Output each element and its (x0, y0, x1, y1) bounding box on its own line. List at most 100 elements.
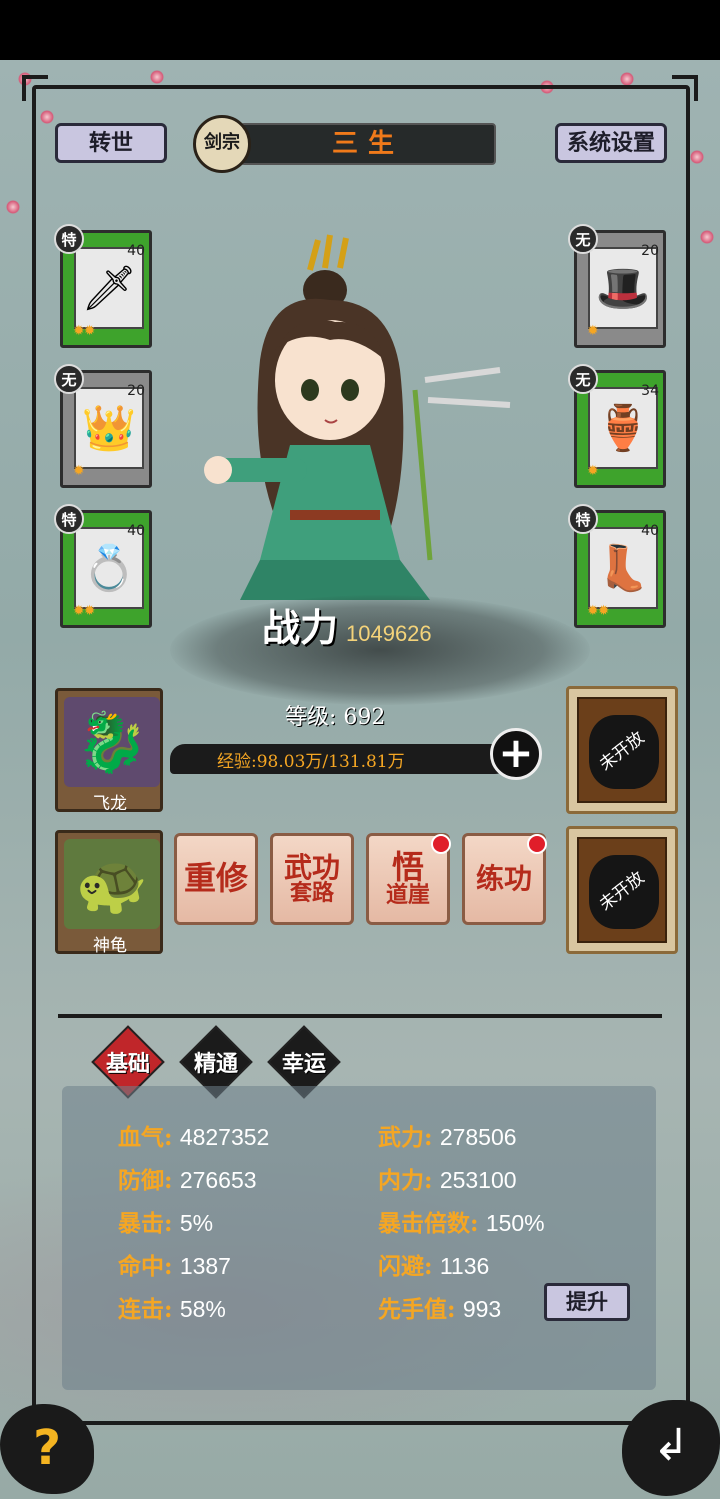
grade-badge: 无 (568, 224, 598, 254)
stat-value: 253100 (439, 1167, 517, 1193)
stat-value: 993 (462, 1296, 502, 1322)
helmet-icon: 👑 (74, 387, 144, 469)
equip-level: 34 (641, 383, 659, 399)
pet-slot-turtle[interactable]: 🐢 神龟 (55, 830, 165, 960)
action-label: 武功 (283, 850, 340, 884)
rebirth-button[interactable]: 转世 (55, 123, 167, 163)
action-label: 悟 (391, 847, 424, 886)
status-bar (0, 0, 720, 60)
locked-slot-inner: 未开放 (577, 697, 667, 803)
tab-label: 幸运 (281, 1051, 326, 1077)
star-icon: ✹✹ (73, 323, 95, 339)
stat-value: 1387 (179, 1253, 231, 1279)
frame-corner (22, 75, 48, 101)
sect-badge: 剑宗 (193, 115, 251, 173)
grade-badge: 特 (54, 504, 84, 534)
pet-name: 神龟 (93, 936, 127, 956)
hero-character[interactable] (200, 230, 520, 630)
power-ink-splash (170, 595, 590, 705)
frame-corner (672, 75, 698, 101)
stat-value: 150% (485, 1210, 545, 1236)
stat-hp: 血气: 4827352 (118, 1118, 269, 1152)
stat-key: 暴击: (118, 1210, 173, 1237)
stat-value: 276653 (179, 1167, 257, 1193)
action-label: 重修 (183, 859, 248, 898)
stat-crit-multiplier: 暴击倍数: 150% (378, 1204, 545, 1238)
stat-key: 暴击倍数: (378, 1210, 479, 1237)
star-icon: ✹✹ (73, 603, 95, 619)
stat-key: 防御: (118, 1167, 173, 1194)
blossom-decoration (620, 72, 634, 86)
star-icon: ✹ (73, 463, 85, 479)
blossom-decoration (700, 230, 714, 244)
equip-level: 20 (641, 243, 659, 259)
hero-illustration (204, 234, 511, 600)
blossom-decoration (150, 70, 164, 84)
ring-icon: 💍 (74, 527, 144, 609)
equip-slot-helmet[interactable]: 👑 20 ✹ 无 (54, 364, 152, 490)
grade-badge: 特 (54, 224, 84, 254)
system-settings-button[interactable]: 系统设置 (555, 123, 667, 163)
equip-slot-ring[interactable]: 💍 40 ✹✹ 特 (54, 504, 152, 630)
boots-icon: 👢 (588, 527, 658, 609)
section-divider (58, 1014, 662, 1018)
equip-level: 20 (127, 383, 145, 399)
stat-key: 闪避: (378, 1253, 433, 1280)
locked-slot-inner: 未开放 (577, 837, 667, 943)
stat-key: 血气: (118, 1124, 173, 1151)
stat-initiative: 先手值: 993 (378, 1290, 501, 1324)
action-label: 套路 (289, 880, 334, 907)
equip-slot-boots[interactable]: 👢 40 ✹✹ 特 (568, 504, 666, 630)
turtle-icon: 🐢 (64, 839, 160, 929)
stat-combo: 连击: 58% (118, 1290, 226, 1324)
star-icon: ✹✹ (587, 603, 609, 619)
locked-slot[interactable]: 未开放 (566, 826, 678, 954)
stat-value: 278506 (439, 1124, 517, 1150)
stat-key: 武力: (378, 1124, 433, 1151)
stat-crit: 暴击: 5% (118, 1204, 213, 1238)
dragon-icon: 🐉 (64, 697, 160, 787)
stat-inner-power: 内力: 253100 (378, 1161, 517, 1195)
hat-icon: 🎩 (588, 247, 658, 329)
sword-icon: 🗡 (74, 247, 144, 329)
grade-badge: 无 (54, 364, 84, 394)
martial-routine-button[interactable]: 武功 套路 (270, 833, 354, 925)
equip-level: 40 (127, 243, 145, 259)
stat-attack: 武力: 278506 (378, 1118, 517, 1152)
stat-key: 命中: (118, 1253, 173, 1280)
upgrade-button[interactable]: 提升 (544, 1283, 630, 1321)
gourd-icon: 🏺 (588, 387, 658, 469)
power-label: 战力 (262, 605, 339, 650)
stat-key: 内力: (378, 1167, 433, 1194)
equip-slot-weapon[interactable]: 🗡 40 ✹✹ 特 (54, 224, 152, 350)
equip-slot-gourd[interactable]: 🏺 34 ✹ 无 (568, 364, 666, 490)
player-name: 三生 (331, 129, 404, 159)
grade-badge: 特 (568, 504, 598, 534)
retrain-button[interactable]: 重修 (174, 833, 258, 925)
blossom-decoration (690, 150, 704, 164)
stat-key: 先手值: (378, 1296, 456, 1323)
star-icon: ✹ (587, 463, 599, 479)
notification-dot (527, 834, 547, 854)
pet-slot-dragon[interactable]: 🐉 飞龙 (55, 688, 165, 818)
power-value: 1049626 (346, 621, 432, 646)
action-label: 道崖 (385, 882, 430, 909)
add-exp-button[interactable]: + (490, 728, 542, 780)
equip-slot-hat[interactable]: 🎩 20 ✹ 无 (568, 224, 666, 350)
action-label: 练功 (475, 862, 532, 896)
stat-hit: 命中: 1387 (118, 1247, 231, 1281)
blossom-decoration (6, 200, 20, 214)
grade-badge: 无 (568, 364, 598, 394)
equip-level: 40 (127, 523, 145, 539)
stat-value: 5% (179, 1210, 214, 1236)
pet-name: 飞龙 (93, 794, 127, 814)
equip-level: 40 (641, 523, 659, 539)
stat-defense: 防御: 276653 (118, 1161, 257, 1195)
player-name-bar: 三生 (240, 123, 496, 165)
notification-dot (431, 834, 451, 854)
stat-key: 连击: (118, 1296, 173, 1323)
stat-dodge: 闪避: 1136 (378, 1247, 489, 1281)
locked-slot[interactable]: 未开放 (566, 686, 678, 814)
star-icon: ✹ (587, 323, 599, 339)
stat-value: 4827352 (179, 1124, 270, 1150)
